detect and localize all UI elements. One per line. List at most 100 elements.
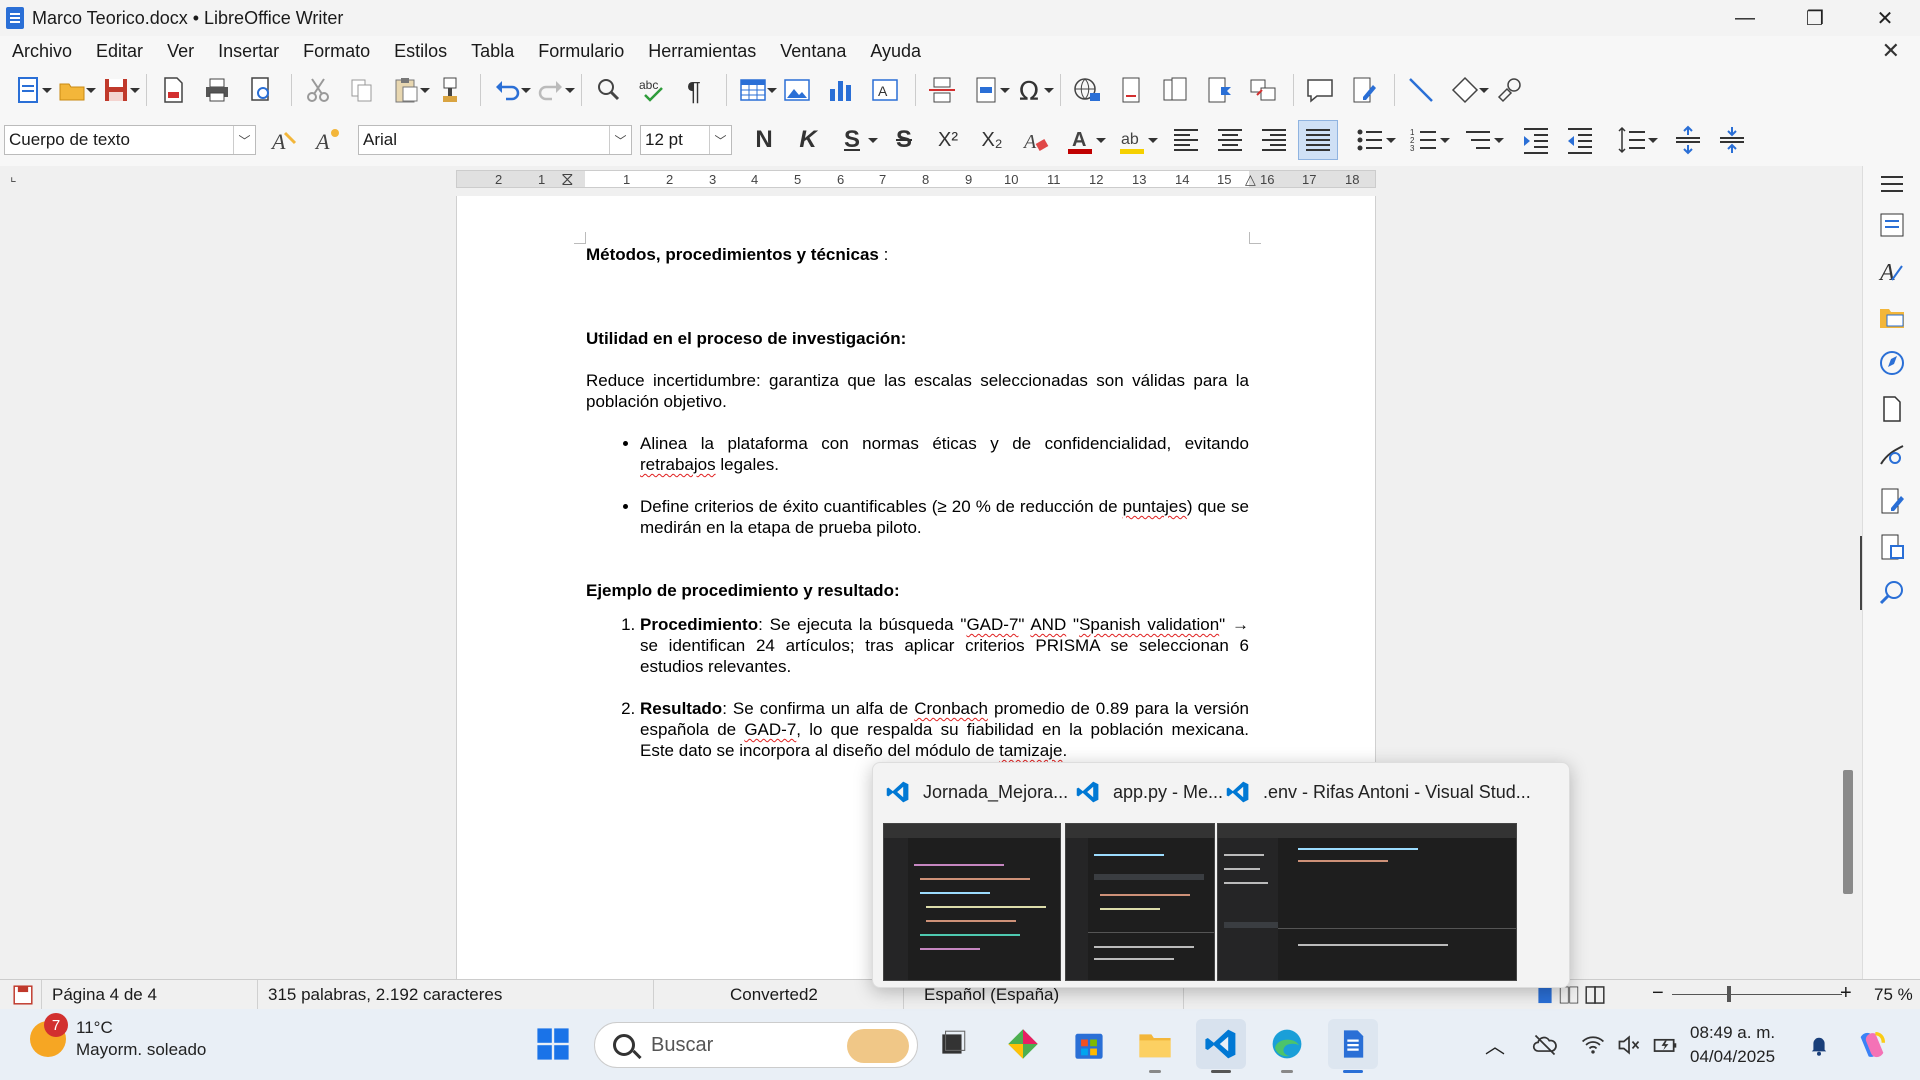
formatting-marks-button[interactable]: ¶ <box>676 70 716 110</box>
item1-misspelled-spanish[interactable]: Spanish validation <box>1079 615 1219 634</box>
indent-marker-icon[interactable]: ⧖ <box>561 169 574 190</box>
spelling-button[interactable]: abc <box>632 70 672 110</box>
insert-table-button[interactable] <box>733 70 777 110</box>
increase-paragraph-spacing-button[interactable] <box>1668 120 1708 160</box>
insert-image-button[interactable] <box>777 70 817 110</box>
bullet2-misspelled-word[interactable]: puntajes <box>1123 497 1187 516</box>
page-style-status[interactable]: Converted2 <box>654 979 904 1010</box>
insert-endnote-button[interactable] <box>1155 70 1195 110</box>
item2-misspelled-tamizaje[interactable]: tamizaje <box>999 741 1062 760</box>
save-button[interactable] <box>96 70 140 110</box>
align-left-button[interactable] <box>1166 120 1206 160</box>
taskbar-app-copilot[interactable] <box>998 1019 1048 1069</box>
right-indent-marker-icon[interactable]: △ <box>1245 171 1256 188</box>
new-style-button[interactable]: A <box>308 120 348 160</box>
insert-comment-button[interactable] <box>1300 70 1340 110</box>
insert-cross-reference-button[interactable] <box>1243 70 1283 110</box>
redo-button[interactable] <box>531 70 575 110</box>
document-content[interactable]: Métodos, procedimientos y técnicas : Uti… <box>586 244 1249 782</box>
menu-estilos[interactable]: Estilos <box>382 41 459 62</box>
thumbnail-window-1[interactable]: Jornada_Mejora... <box>873 763 1068 989</box>
chevron-down-icon[interactable]: ﹀ <box>609 126 631 154</box>
basic-shapes-button[interactable] <box>1445 70 1489 110</box>
taskbar-app-vscode[interactable] <box>1196 1019 1246 1073</box>
export-pdf-button[interactable] <box>153 70 193 110</box>
zoom-level[interactable]: 75 % <box>1874 985 1913 1005</box>
draw-functions-button[interactable] <box>1489 70 1529 110</box>
menu-archivo[interactable]: Archivo <box>0 41 84 62</box>
zoom-out-button[interactable]: − <box>1652 982 1664 1005</box>
underline-button[interactable]: S <box>832 120 878 160</box>
bullet1-misspelled-word[interactable]: retrabajos <box>640 455 716 474</box>
menu-tabla[interactable]: Tabla <box>459 41 526 62</box>
insert-page-break-button[interactable] <box>922 70 962 110</box>
special-character-button[interactable]: Ω <box>1010 70 1054 110</box>
zoom-slider-track[interactable] <box>1672 994 1842 995</box>
italic-button[interactable]: K <box>788 120 828 160</box>
justify-button[interactable] <box>1298 120 1338 160</box>
word-count-status[interactable]: 315 palabras, 2.192 caracteres <box>258 979 654 1010</box>
insert-textbox-button[interactable]: A <box>865 70 905 110</box>
font-size-box[interactable]: 12 pt ﹀ <box>640 125 732 155</box>
horizontal-ruler[interactable]: 2 1 ⧖ 1 2 3 4 5 6 7 8 9 10 11 12 13 14 1… <box>456 169 1376 190</box>
new-document-button[interactable] <box>8 70 52 110</box>
outline-list-button[interactable] <box>1458 120 1504 160</box>
thumbnail-window-3[interactable]: .env - Rifas Antoni - Visual Stud... <box>1213 763 1569 989</box>
taskbar-search-box[interactable]: Buscar <box>594 1022 918 1068</box>
decrease-paragraph-spacing-button[interactable] <box>1712 120 1752 160</box>
menu-insertar[interactable]: Insertar <box>206 41 291 62</box>
update-style-button[interactable]: A <box>264 120 304 160</box>
menu-editar[interactable]: Editar <box>84 41 155 62</box>
restore-button[interactable]: ❐ <box>1780 0 1850 36</box>
menu-formulario[interactable]: Formulario <box>526 41 636 62</box>
wifi-icon[interactable] <box>1576 1009 1610 1080</box>
sidebar-menu-button[interactable] <box>1863 166 1920 202</box>
chevron-down-icon[interactable]: ﹀ <box>709 126 731 154</box>
decrease-indent-button[interactable] <box>1560 120 1600 160</box>
insert-hyperlink-button[interactable] <box>1067 70 1107 110</box>
item1-misspelled-gad7[interactable]: GAD-7 <box>966 615 1018 634</box>
book-view-icon[interactable] <box>1582 984 1608 1006</box>
sidebar-navigator-button[interactable] <box>1863 340 1920 386</box>
notifications-bell-icon[interactable] <box>1802 1009 1836 1080</box>
onedrive-icon[interactable] <box>1528 1009 1562 1080</box>
numbered-list-button[interactable]: 123 <box>1404 120 1450 160</box>
page-number-status[interactable]: Página 4 de 4 <box>42 979 258 1010</box>
copilot-icon[interactable] <box>1852 1009 1892 1080</box>
insert-chart-button[interactable] <box>821 70 861 110</box>
print-preview-button[interactable] <box>241 70 281 110</box>
align-right-button[interactable] <box>1254 120 1294 160</box>
taskbar-app-explorer[interactable] <box>1130 1019 1180 1073</box>
taskbar-clock[interactable]: 08:49 a. m. 04/04/2025 <box>1690 1021 1775 1069</box>
battery-icon[interactable] <box>1648 1009 1682 1080</box>
increase-indent-button[interactable] <box>1516 120 1556 160</box>
weather-widget[interactable]: 7 11°C Mayorm. soleado <box>30 1013 206 1061</box>
insert-footnote-button[interactable] <box>1111 70 1151 110</box>
print-button[interactable] <box>197 70 237 110</box>
volume-muted-icon[interactable] <box>1612 1009 1646 1080</box>
sidebar-gallery-button[interactable] <box>1863 294 1920 340</box>
find-replace-button[interactable] <box>588 70 628 110</box>
item1-misspelled-and[interactable]: AND <box>1030 615 1066 634</box>
track-changes-button[interactable] <box>1344 70 1384 110</box>
sidebar-style-inspector-button[interactable] <box>1863 432 1920 478</box>
clear-formatting-button[interactable]: A <box>1016 120 1056 160</box>
subscript-button[interactable]: X₂ <box>972 120 1012 160</box>
minimize-button[interactable]: — <box>1710 0 1780 36</box>
insert-line-button[interactable] <box>1401 70 1441 110</box>
clone-formatting-button[interactable] <box>430 70 470 110</box>
show-hidden-icons-button[interactable]: ︿ <box>1480 1009 1510 1080</box>
vertical-scrollbar-thumb[interactable] <box>1843 770 1853 894</box>
strikethrough-button[interactable]: S <box>884 120 924 160</box>
menu-ver[interactable]: Ver <box>155 41 206 62</box>
sidebar-manage-changes-button[interactable] <box>1863 478 1920 524</box>
bold-button[interactable]: N <box>744 120 784 160</box>
item2-misspelled-cronbach[interactable]: Cronbach <box>914 699 988 718</box>
highlight-button[interactable]: ab <box>1112 120 1158 160</box>
menu-ayuda[interactable]: Ayuda <box>858 41 933 62</box>
font-color-button[interactable]: A <box>1060 120 1106 160</box>
align-center-button[interactable] <box>1210 120 1250 160</box>
line-spacing-button[interactable] <box>1612 120 1658 160</box>
document-modified-icon[interactable] <box>0 979 42 1010</box>
menu-herramientas[interactable]: Herramientas <box>636 41 768 62</box>
